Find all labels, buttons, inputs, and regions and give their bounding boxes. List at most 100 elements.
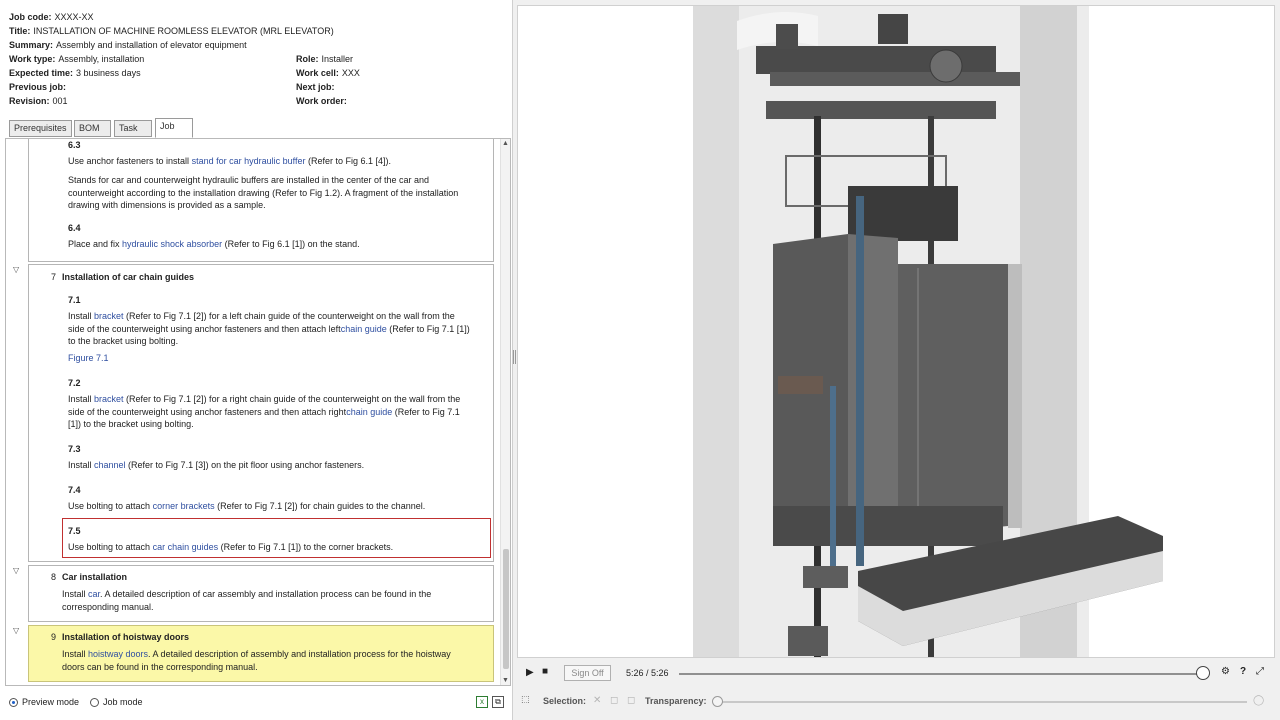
chain-guide-blue-2	[856, 196, 864, 566]
step-7-number: 7	[50, 272, 56, 282]
substep-6-4-number: 6.4	[68, 223, 81, 233]
part-link-chain-guide[interactable]: chain guide	[346, 407, 392, 417]
title-label: Title:	[9, 26, 31, 36]
stop-icon[interactable]: ■	[542, 666, 548, 677]
step-9-number: 9	[50, 632, 56, 642]
text-run: . A detailed description of car assembly…	[100, 589, 432, 599]
popout-icon[interactable]: ⧉	[492, 696, 504, 708]
reset-icon[interactable]: ◯	[1253, 695, 1264, 706]
part-link-shock-absorber[interactable]: hydraulic shock absorber	[122, 239, 222, 249]
line: [1]) to the bracket using bolting.	[68, 419, 194, 429]
part-link-stand[interactable]: stand for car hydraulic buffer	[192, 156, 306, 166]
selection-label: Selection:	[543, 696, 587, 706]
text-run: . A detailed description of assembly and…	[148, 649, 451, 659]
tab-task[interactable]: Task	[114, 120, 152, 137]
play-icon[interactable]: ▶	[526, 667, 534, 678]
figure-7-1-link[interactable]: Figure 7.1	[68, 352, 109, 365]
text-run: Install	[62, 649, 89, 659]
summary-row: Summary: Assembly and installation of ele…	[9, 38, 247, 52]
next-job-row: Next job:	[296, 80, 335, 94]
work-order-row: Work order:	[296, 94, 347, 108]
text-run: side of the counterweight using anchor f…	[68, 406, 347, 417]
collapse-step-8-icon[interactable]: ▽	[13, 566, 19, 575]
job-code-label: Job code:	[9, 12, 52, 22]
part-link-chain-guide[interactable]: chain guide	[341, 324, 387, 334]
sign-off-button[interactable]: Sign Off	[564, 665, 611, 681]
expected-time-value: 3 business days	[76, 68, 141, 78]
line: Install bracket (Refer to Fig 7.1 [2]) f…	[68, 310, 470, 323]
line: to the bracket using bolting.	[68, 336, 179, 346]
preview-mode-radio[interactable]	[9, 698, 18, 707]
part-link-car[interactable]: car	[88, 589, 100, 599]
settings-gear-icon[interactable]: ⚙	[1221, 666, 1230, 677]
job-code-value: XXXX-XX	[54, 12, 94, 22]
substep-6-3-number: 6.3	[68, 140, 81, 150]
clear-selection-icon[interactable]: ✕	[593, 695, 601, 706]
line: Install bracket (Refer to Fig 7.1 [2]) f…	[68, 393, 460, 406]
text-run: Install	[68, 460, 95, 470]
work-cell-value: XXX	[341, 68, 360, 78]
title-row: Title: INSTALLATION OF MACHINE ROOMLESS E…	[9, 24, 334, 38]
3d-viewer[interactable]	[517, 5, 1275, 658]
text-run: (Refer to Fig 7.1	[392, 406, 460, 417]
part-link-corner-brackets[interactable]: corner brackets	[153, 501, 215, 511]
vertical-scrollbar[interactable]: ▲ ▼	[500, 139, 510, 685]
step-9-title: Installation of hoistway doors	[62, 632, 190, 642]
transparency-label: Transparency:	[645, 696, 707, 706]
text-run: (Refer to Fig 7.1 [2]) for a right chain…	[123, 394, 461, 404]
collapse-step-9-icon[interactable]: ▽	[13, 626, 19, 635]
scrollbar-thumb[interactable]	[503, 549, 509, 669]
step-8-block: 8 Car installation Install car. A detail…	[28, 565, 494, 622]
scroll-down-icon[interactable]: ▼	[502, 677, 509, 684]
pit-bracket	[788, 626, 828, 656]
next-job-label: Next job:	[296, 82, 335, 92]
text-run: (Refer to Fig 7.1 [1]) to the corner bra…	[218, 542, 394, 552]
timeline-knob[interactable]	[1196, 666, 1210, 680]
substep-7-4-number: 7.4	[68, 485, 81, 495]
transparency-slider[interactable]	[717, 701, 1247, 703]
transparency-knob[interactable]	[712, 696, 723, 707]
selection-tool-icon[interactable]: ⬚	[521, 694, 530, 705]
text-run: (Refer to Fig 6.1 [4]).	[305, 156, 391, 166]
fullscreen-icon[interactable]: ⤢	[1256, 666, 1264, 677]
preview-mode-label[interactable]: Preview mode	[22, 697, 79, 707]
timeline-track[interactable]	[679, 673, 1204, 675]
collapse-step-7-icon[interactable]: ▽	[13, 265, 19, 274]
elevator-3d-model[interactable]	[518, 6, 1275, 658]
part-link-car-chain-guides[interactable]: car chain guides	[153, 542, 219, 552]
job-steps-list[interactable]: ▲ ▼ 6.3 Use anchor fasteners to install …	[5, 138, 511, 686]
line: corresponding manual.	[62, 601, 154, 612]
job-mode-radio[interactable]	[90, 698, 99, 707]
crossbeam	[770, 72, 1020, 86]
time-readout: 5:26 / 5:26	[626, 668, 669, 678]
tab-job[interactable]: Job	[155, 118, 193, 138]
part-link-hoistway-doors[interactable]: hoistway doors	[88, 649, 148, 659]
excel-export-icon[interactable]: x	[476, 696, 488, 708]
expected-time-label: Expected time:	[9, 68, 74, 78]
expected-time-row: Expected time: 3 business days	[9, 66, 141, 80]
part-link-bracket[interactable]: bracket	[94, 311, 124, 321]
tab-bom[interactable]: BOM	[74, 120, 111, 137]
step-7-block: 7 Installation of car chain guides 7.1 I…	[28, 264, 494, 562]
summary-label: Summary:	[9, 40, 54, 50]
step-9-block-current[interactable]: 9 Installation of hoistway doors Install…	[28, 625, 494, 682]
note-line-2: counterweight according to the installat…	[68, 187, 459, 198]
part-link-bracket[interactable]: bracket	[94, 394, 124, 404]
text-run: (Refer to Fig 7.1 [2]) for a left chain …	[123, 311, 455, 321]
step-8-title: Car installation	[62, 572, 128, 582]
substep-6-4-text: Place and fix hydraulic shock absorber (…	[68, 238, 360, 251]
bracket-top	[878, 14, 908, 44]
isolate-icon[interactable]: ◻	[610, 695, 618, 706]
help-icon[interactable]: ?	[1240, 666, 1246, 677]
part-link-channel[interactable]: channel	[94, 460, 126, 470]
role-row: Role: Installer	[296, 52, 353, 66]
note-line-3: drawing with dimensions is provided as a…	[68, 200, 266, 210]
text-run: Place and fix	[68, 239, 123, 249]
tab-prerequisites[interactable]: Prerequisites	[9, 120, 72, 137]
scroll-up-icon[interactable]: ▲	[502, 140, 509, 147]
job-panel: Job code: XXXX-XX Title: INSTALLATION OF M…	[0, 0, 513, 720]
hide-icon[interactable]: ◻	[627, 695, 635, 706]
text-run: Use anchor fasteners to install	[68, 156, 192, 166]
job-mode-label[interactable]: Job mode	[103, 697, 143, 707]
splitter-handle[interactable]	[513, 350, 516, 364]
